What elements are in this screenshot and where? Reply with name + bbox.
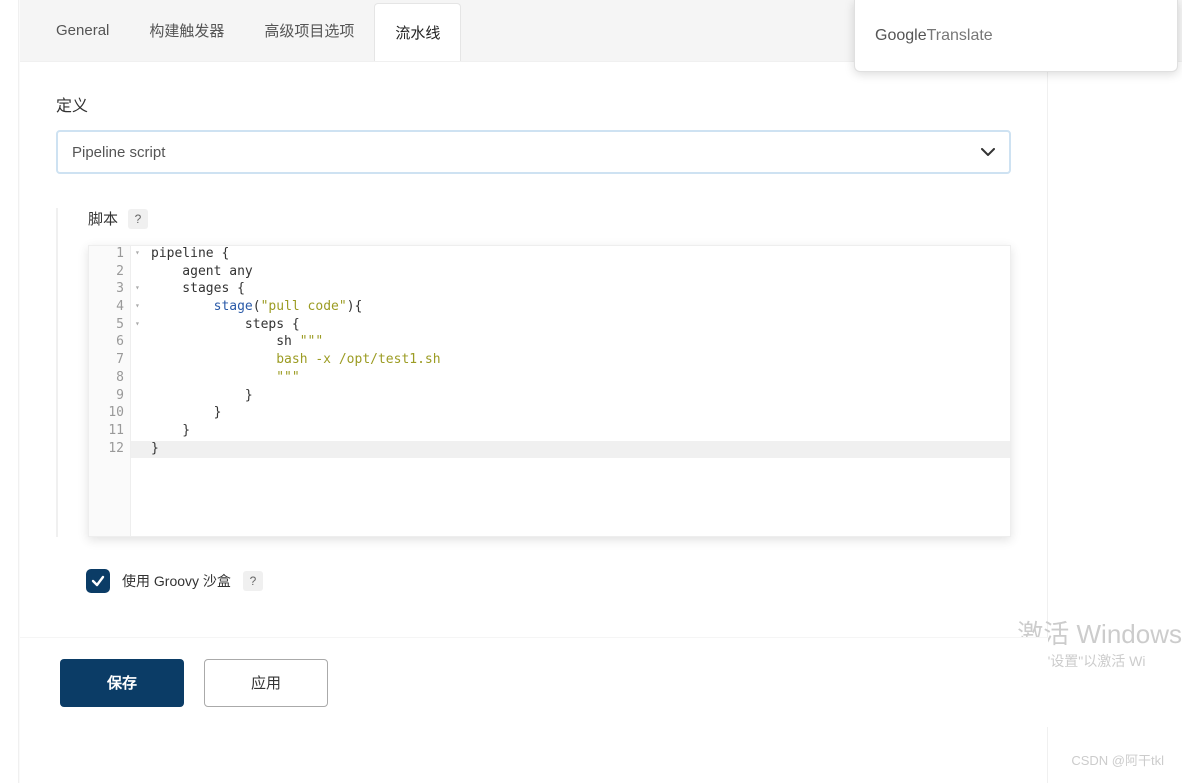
google-translate-popup[interactable]: Google Translate xyxy=(854,0,1178,72)
code-line[interactable]: 3▾ stages { xyxy=(89,281,1010,299)
code-line[interactable]: 6 sh """ xyxy=(89,334,1010,352)
definition-label: 定义 xyxy=(56,92,1011,116)
code-line[interactable]: 1▾pipeline { xyxy=(89,246,1010,264)
code-text: """ xyxy=(131,370,1010,385)
google-logo-text: Google xyxy=(875,27,927,45)
line-number: 8 xyxy=(89,370,131,388)
code-line[interactable]: 11 } xyxy=(89,423,1010,441)
tab-advanced-options[interactable]: 高级项目选项 xyxy=(244,2,374,59)
code-line[interactable]: 5▾ steps { xyxy=(89,317,1010,335)
line-number: 1 xyxy=(89,246,131,264)
check-icon xyxy=(91,574,105,588)
translate-label: Translate xyxy=(927,27,993,45)
apply-button[interactable]: 应用 xyxy=(204,659,328,707)
groovy-sandbox-checkbox[interactable] xyxy=(86,569,110,593)
line-number: 10 xyxy=(89,405,131,423)
code-text: steps { xyxy=(131,317,1010,332)
code-text: agent any xyxy=(131,264,1010,279)
code-line[interactable]: 8 """ xyxy=(89,370,1010,388)
action-button-bar: 保存 应用 xyxy=(20,637,1048,727)
line-number: 4 xyxy=(89,299,131,317)
code-text: stage("pull code"){ xyxy=(131,299,1010,314)
definition-dropdown-value: Pipeline script xyxy=(72,144,165,161)
line-number: 2 xyxy=(89,264,131,282)
tab-build-triggers[interactable]: 构建触发器 xyxy=(129,2,244,59)
groovy-sandbox-row: 使用 Groovy 沙盒 ? xyxy=(56,569,1011,593)
save-button[interactable]: 保存 xyxy=(60,659,184,707)
line-number: 6 xyxy=(89,334,131,352)
code-text: bash -x /opt/test1.sh xyxy=(131,352,1010,367)
pipeline-script-editor[interactable]: 1▾pipeline {2 agent any3▾ stages {4▾ sta… xyxy=(88,245,1011,537)
line-number: 9 xyxy=(89,388,131,406)
script-help-icon[interactable]: ? xyxy=(128,209,148,229)
line-number: 11 xyxy=(89,423,131,441)
line-number: 5 xyxy=(89,317,131,335)
csdn-credit: CSDN @阿干tkl xyxy=(1071,750,1164,769)
code-text: } xyxy=(131,423,1010,438)
tab-general[interactable]: General xyxy=(36,4,129,57)
definition-dropdown[interactable]: Pipeline script xyxy=(56,130,1011,174)
code-text: sh """ xyxy=(131,334,1010,349)
code-line[interactable]: 9 } xyxy=(89,388,1010,406)
code-text: } xyxy=(131,405,1010,420)
code-line[interactable]: 7 bash -x /opt/test1.sh xyxy=(89,352,1010,370)
tab-pipeline[interactable]: 流水线 xyxy=(374,3,461,61)
code-line[interactable]: 2 agent any xyxy=(89,264,1010,282)
line-number: 3 xyxy=(89,281,131,299)
script-section: 脚本 ? 1▾pipeline {2 agent any3▾ stages {4… xyxy=(56,208,1011,537)
line-number: 12 xyxy=(89,441,131,459)
code-line[interactable]: 10 } xyxy=(89,405,1010,423)
line-number: 7 xyxy=(89,352,131,370)
code-line[interactable]: 12} xyxy=(89,441,1010,459)
code-text: } xyxy=(131,441,1010,456)
chevron-down-icon xyxy=(981,148,995,156)
code-text: pipeline { xyxy=(131,246,1010,261)
groovy-sandbox-label: 使用 Groovy 沙盒 xyxy=(122,571,231,591)
code-text: stages { xyxy=(131,281,1010,296)
code-text: } xyxy=(131,388,1010,403)
sandbox-help-icon[interactable]: ? xyxy=(243,571,263,591)
code-line[interactable]: 4▾ stage("pull code"){ xyxy=(89,299,1010,317)
script-label: 脚本 xyxy=(88,208,118,229)
